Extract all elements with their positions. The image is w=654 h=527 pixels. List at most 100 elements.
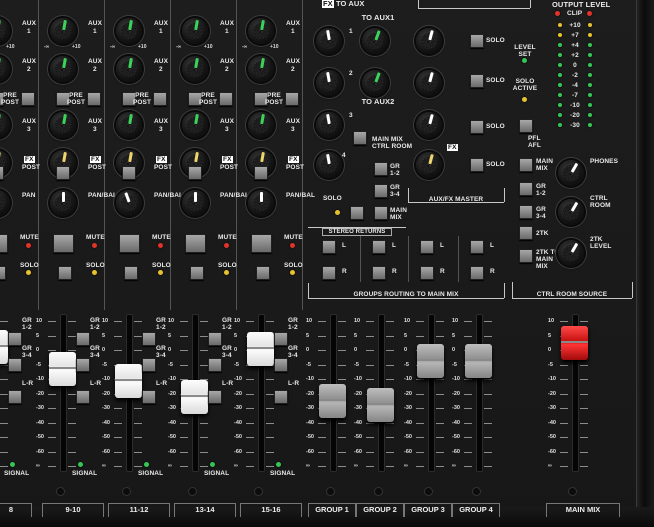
fader-9-knob[interactable]	[561, 326, 588, 360]
fader-0-gr34-button[interactable]	[8, 358, 22, 372]
fader-4-gr34-button[interactable]	[274, 358, 288, 372]
ch-13-14-solo-button[interactable]	[190, 266, 204, 280]
ch-15-16-aux12-post-button[interactable]	[285, 92, 299, 106]
ch-11-12-aux3-knob[interactable]	[116, 112, 142, 138]
ch-9-10-aux12-post-button[interactable]	[87, 92, 101, 106]
fader-4-knob[interactable]	[247, 332, 274, 366]
2tk-to-main-button[interactable]	[519, 249, 533, 263]
aux2-master-knob[interactable]	[416, 70, 442, 96]
routing-4-l-button[interactable]	[470, 240, 484, 254]
aux1-solo-button[interactable]	[470, 34, 484, 48]
routing-1-l-button[interactable]	[322, 240, 336, 254]
ch-9-10-mute-button[interactable]	[53, 234, 74, 253]
fader-0-gr12-button[interactable]	[8, 332, 22, 346]
ctrl-room-knob[interactable]	[558, 199, 584, 225]
ch-9-10-aux1-knob[interactable]	[50, 18, 76, 44]
return-3-mainmix-button[interactable]	[353, 131, 367, 145]
fader-6-knob[interactable]	[367, 388, 394, 422]
fader-8-knob[interactable]	[465, 344, 492, 378]
ch-9-10-fx-post-button[interactable]	[56, 166, 70, 180]
ch-11-12-aux1-knob[interactable]	[116, 18, 142, 44]
ch-13-14-pan-knob[interactable]	[182, 190, 208, 216]
fader-1-gr12-button[interactable]	[76, 332, 90, 346]
ch-13-14-fx-post-button[interactable]	[188, 166, 202, 180]
src-gr34-button[interactable]	[519, 205, 533, 219]
aux3-solo-button[interactable]	[470, 120, 484, 134]
ch-15-16-aux1-knob[interactable]	[248, 18, 274, 44]
ch-13-14-aux3-knob[interactable]	[182, 112, 208, 138]
routing-2-r-button[interactable]	[372, 266, 386, 280]
ch-9-10-aux2-knob[interactable]	[50, 56, 76, 82]
stereo-return-1-aux1-green-knob[interactable]	[362, 28, 388, 54]
fader-1-knob[interactable]	[49, 352, 76, 386]
ch-8-pan-knob[interactable]	[0, 190, 10, 216]
ch-9-10-solo-button[interactable]	[58, 266, 72, 280]
return-solo-button[interactable]	[350, 206, 364, 220]
2tk-level-knob[interactable]	[558, 240, 584, 266]
ch-8-mute-button[interactable]	[0, 234, 8, 253]
stereo-return-4-knob[interactable]	[316, 152, 342, 178]
ch-15-16-fx-post-button[interactable]	[254, 166, 268, 180]
routing-2-l-button[interactable]	[372, 240, 386, 254]
fader-1-gr34-button[interactable]	[76, 358, 90, 372]
return-gr12-button[interactable]	[374, 162, 388, 176]
src-gr12-button[interactable]	[519, 182, 533, 196]
ch-8-solo-button[interactable]	[0, 266, 6, 280]
routing-3-l-button[interactable]	[420, 240, 434, 254]
stereo-return-2-green-knob[interactable]	[362, 70, 388, 96]
stereo-return-1-aux1-knob[interactable]	[316, 28, 342, 54]
fader-5-knob[interactable]	[319, 384, 346, 418]
ch-15-16-pan-knob[interactable]	[248, 190, 274, 216]
fader-4-gr12-button[interactable]	[274, 332, 288, 346]
ch-8-aux3-knob[interactable]	[0, 112, 10, 138]
ch-15-16-solo-button[interactable]	[256, 266, 270, 280]
ch-13-14-aux2-knob[interactable]	[182, 56, 208, 82]
pfl-afl-button[interactable]	[519, 119, 533, 133]
return-mainmix-button[interactable]	[374, 206, 388, 220]
aux1-master-knob[interactable]	[416, 28, 442, 54]
ch-8-aux12-post-button[interactable]	[21, 92, 35, 106]
fader-3-knob[interactable]	[181, 380, 208, 414]
fx-solo-button[interactable]	[470, 158, 484, 172]
fader-0-knob[interactable]	[0, 330, 8, 364]
stereo-return-3-knob[interactable]	[316, 112, 342, 138]
phones-knob[interactable]	[558, 160, 584, 186]
fader-2-lr-button[interactable]	[142, 390, 156, 404]
ch-11-12-aux12-post-button[interactable]	[153, 92, 167, 106]
routing-4-r-button[interactable]	[470, 266, 484, 280]
ch-9-10-aux3-knob[interactable]	[50, 112, 76, 138]
stereo-return-2-knob[interactable]	[316, 70, 342, 96]
fader-2-knob[interactable]	[115, 364, 142, 398]
ch-8-aux2-knob[interactable]	[0, 56, 10, 82]
fader-3-gr12-button[interactable]	[208, 332, 222, 346]
ch-15-16-aux2-knob[interactable]	[248, 56, 274, 82]
fx-master-knob[interactable]	[416, 152, 442, 178]
ch-13-14-aux1-knob[interactable]	[182, 18, 208, 44]
fader-3-gr34-button[interactable]	[208, 358, 222, 372]
src-main-mix-button[interactable]	[519, 158, 533, 172]
fader-2-gr12-button[interactable]	[142, 332, 156, 346]
ch-8-fx-post-button[interactable]	[0, 166, 4, 180]
aux2-solo-button[interactable]	[470, 74, 484, 88]
ch-9-10-pan-knob[interactable]	[50, 190, 76, 216]
ch-15-16-aux3-knob[interactable]	[248, 112, 274, 138]
routing-1-r-button[interactable]	[322, 266, 336, 280]
fader-3-lr-button[interactable]	[208, 390, 222, 404]
src-2tk-button[interactable]	[519, 226, 533, 240]
fader-0-lr-button[interactable]	[8, 390, 22, 404]
ch-13-14-aux12-post-button[interactable]	[219, 92, 233, 106]
fader-4-lr-button[interactable]	[274, 390, 288, 404]
ch-11-12-fx-post-button[interactable]	[122, 166, 136, 180]
ch-11-12-mute-button[interactable]	[119, 234, 140, 253]
ch-15-16-mute-button[interactable]	[251, 234, 272, 253]
fader-1-lr-button[interactable]	[76, 390, 90, 404]
fader-2-gr34-button[interactable]	[142, 358, 156, 372]
ch-11-12-solo-button[interactable]	[124, 266, 138, 280]
ch-11-12-pan-knob[interactable]	[116, 190, 142, 216]
aux3-master-knob[interactable]	[416, 112, 442, 138]
return-gr34-button[interactable]	[374, 184, 388, 198]
ch-8-aux1-knob[interactable]	[0, 18, 10, 44]
ch-13-14-mute-button[interactable]	[185, 234, 206, 253]
routing-3-r-button[interactable]	[420, 266, 434, 280]
ch-11-12-aux2-knob[interactable]	[116, 56, 142, 82]
